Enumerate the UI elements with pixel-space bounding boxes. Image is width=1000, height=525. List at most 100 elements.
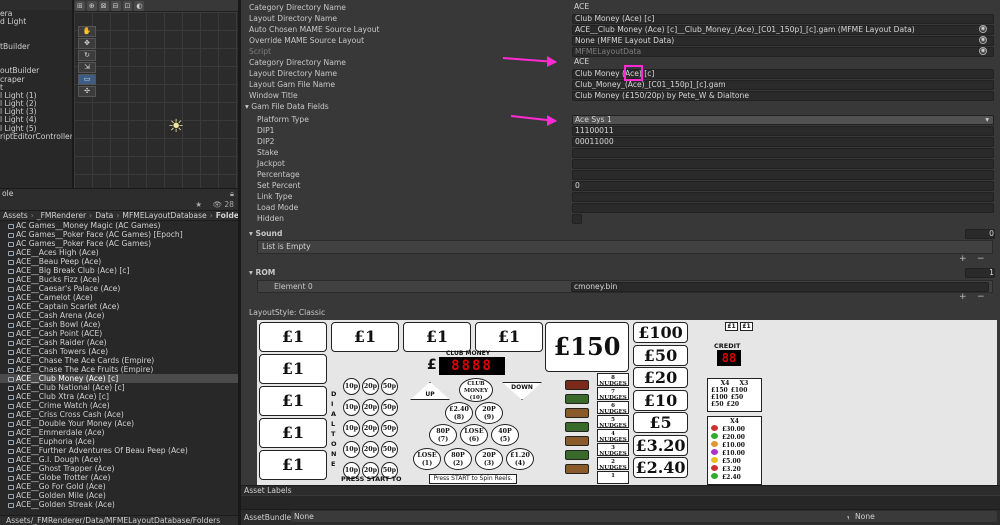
folder-list-item[interactable]: ACE__Chase The Ace Cards (Empire) (0, 356, 238, 365)
field-value[interactable]: 0 (572, 180, 994, 191)
scene-toolbar-button[interactable]: ⊞ (75, 1, 85, 11)
ladder-card: £2.40 (633, 457, 688, 478)
rotate-tool-icon[interactable]: ↻ (78, 50, 96, 61)
folder-list-item[interactable]: ACE__Globe Trotter (Ace) (0, 473, 238, 482)
rom-count[interactable]: 1 (965, 267, 995, 278)
field-label: Load Mode (257, 202, 298, 213)
folder-list-item[interactable]: ACE__Criss Cross Cash (Ace) (0, 410, 238, 419)
rect-tool-icon[interactable]: ▭ (78, 74, 96, 85)
folder-list-item[interactable]: ACE__Cash Towers (Ace) (0, 347, 238, 356)
hierarchy-item[interactable]: riptEditorController (0, 132, 72, 141)
folder-list-item[interactable]: AC Games__Poker Face (AC Games) [Epoch] (0, 230, 238, 239)
hierarchy-item[interactable] (0, 51, 72, 59)
sound-foldout[interactable]: ▾ Sound 0 (241, 228, 995, 239)
hierarchy-item[interactable]: tBuilder (0, 42, 72, 51)
lock-icon[interactable]: 🔒︎ (230, 189, 234, 199)
scene-toolbar-button[interactable]: ⊕ (86, 1, 97, 11)
paytable-row: £150 £100 (711, 387, 758, 394)
hidden-count[interactable]: 👁 28 (212, 199, 234, 211)
scene-toolbar-button[interactable]: ⊟ (110, 1, 121, 11)
asset-bundle-value: None (294, 512, 314, 521)
asset-labels-bar[interactable]: Asset Labels (241, 485, 1000, 495)
folder-list-item[interactable]: ACE__Aces High (Ace) (0, 248, 238, 257)
folder-list-item[interactable]: ACE__Go For Gold (Ace) (0, 482, 238, 491)
hierarchy-item[interactable]: d Light (0, 17, 72, 26)
asset-bundle-dropdown[interactable]: None (291, 511, 851, 522)
scene-view[interactable]: ⊞ ⊕ ⊠ ⊟ ⊡ ◐ ✋ ✥ ↻ ⇲ ▭ ✣ ☀ (74, 0, 238, 188)
stake-button[interactable]: £1 (725, 322, 738, 331)
sound-count[interactable]: 0 (965, 228, 995, 239)
breadcrumb-item[interactable]: Data (95, 211, 113, 220)
breadcrumb-item[interactable]: Assets (3, 211, 28, 220)
asset-variant-dropdown[interactable]: None (849, 511, 997, 522)
trail-circle-number: (3) (483, 460, 495, 467)
hierarchy-item[interactable]: craper (0, 75, 72, 84)
scene-toolbar-button[interactable]: ◐ (134, 1, 145, 11)
folder-list-item[interactable]: ACE__Cash Arena (Ace) (0, 311, 238, 320)
folder-list-item[interactable]: AC Games__Poker Face (AC Games) (0, 239, 238, 248)
hierarchy-item[interactable] (0, 26, 72, 34)
scene-toolbar-button[interactable]: ⊡ (122, 1, 133, 11)
rom-remove-button[interactable]: − (977, 292, 985, 302)
sound-add-button[interactable]: + (959, 254, 967, 264)
paytable-header-cell: X4 (720, 380, 730, 387)
move-tool-icon[interactable]: ✥ (78, 38, 96, 49)
folder-list-item[interactable]: ACE__Beau Peep (Ace) (0, 257, 238, 266)
folder-list-item[interactable]: ACE__Ghost Trapper (Ace) (0, 464, 238, 473)
trail-circle: 20P (9) (475, 402, 503, 424)
scale-tool-icon[interactable]: ⇲ (78, 62, 96, 73)
breadcrumb-item[interactable]: _FMRenderer (37, 211, 86, 220)
trail-circle: LOSE (6) (460, 424, 488, 446)
folder-list-item[interactable]: ACE__G.I. Dough (Ace) (0, 455, 238, 464)
breadcrumb-separator: › (89, 211, 93, 220)
field-value[interactable] (572, 202, 994, 213)
project-tab-label[interactable]: ole (2, 189, 13, 198)
field-value[interactable] (572, 147, 994, 158)
sound-remove-button[interactable]: − (977, 254, 985, 264)
folder-list-item[interactable]: ACE__Euphoria (Ace) (0, 437, 238, 446)
folder-list-item[interactable]: ACE__Chase The Ace Fruits (Empire) (0, 365, 238, 374)
folder-list-item[interactable]: AC Games__Money Magic (AC Games) (0, 221, 238, 230)
transform-tool-icon[interactable]: ✣ (78, 86, 96, 97)
rom-add-button[interactable]: + (959, 292, 967, 302)
folder-list-item[interactable]: ACE__Further Adventures Of Beau Peep (Ac… (0, 446, 238, 455)
field-value[interactable] (572, 191, 994, 202)
folder-list-item[interactable]: ACE__Bucks Fizz (Ace) (0, 275, 238, 284)
hidden-checkbox[interactable] (572, 213, 582, 224)
field-value[interactable] (572, 158, 994, 169)
folder-list-item[interactable]: ACE__Club National (Ace) [c] (0, 383, 238, 392)
paytable-row: £10.00 (711, 441, 758, 449)
scene-toolbar-button[interactable]: ⊠ (98, 1, 109, 11)
rom-foldout[interactable]: ▾ ROM 1 (241, 267, 995, 278)
star-icon[interactable]: ★ (195, 199, 202, 211)
field-value[interactable] (572, 169, 994, 180)
folder-list-item[interactable]: ACE__Emmerdale (Ace) (0, 428, 238, 437)
breadcrumb-item[interactable]: MFMELayoutDatabase (122, 211, 206, 220)
nudge-box: 6 NUDGES (597, 401, 629, 415)
stake-button[interactable]: £1 (740, 322, 753, 331)
folder-list-item[interactable]: ACE__Double Your Money (Ace) (0, 419, 238, 428)
rom-element-row[interactable]: Element 0 cmoney.bin (257, 280, 993, 293)
folder-list-item[interactable]: ACE__Captain Scarlet (Ace) (0, 302, 238, 311)
reel-lamp (565, 436, 589, 446)
breadcrumb-item[interactable]: Folders (216, 211, 238, 220)
folder-list-item[interactable]: ACE__Cash Bowl (Ace) (0, 320, 238, 329)
folder-list-item[interactable]: ACE__Golden Mile (Ace) (0, 491, 238, 500)
light-gizmo-icon[interactable]: ☀ (168, 116, 184, 137)
rom-element-value[interactable]: cmoney.bin (571, 282, 989, 292)
folder-list-item[interactable]: ACE__Golden Streak (Ace) (0, 500, 238, 509)
nudge-box: 4 NUDGES (597, 429, 629, 443)
folder-list-item[interactable]: ACE__Cash Raider (Ace) (0, 338, 238, 347)
scene-grid[interactable]: ✋ ✥ ↻ ⇲ ▭ ✣ ☀ (74, 12, 238, 188)
folder-list-item[interactable]: ACE__Cash Point (ACE) (0, 329, 238, 338)
folder-list-item[interactable]: ACE__Club Xtra (Ace) [c] (0, 392, 238, 401)
field-label-text: Link Type (257, 192, 293, 201)
hand-tool-icon[interactable]: ✋ (78, 26, 96, 37)
folder-list-item[interactable]: ACE__Club Money (Ace) [c] (0, 374, 238, 383)
folder-list-item[interactable]: ACE__Crime Watch (Ace) (0, 401, 238, 410)
folder-list-item[interactable]: ACE__Camelot (Ace) (0, 293, 238, 302)
folder-list-item[interactable]: ACE__Caesar's Palace (Ace) (0, 284, 238, 293)
folder-list-item[interactable]: ACE__Big Break Club (Ace) [c] (0, 266, 238, 275)
field-label-text: Set Percent (257, 181, 301, 190)
folder-label: ACE__Cash Arena (Ace) (16, 311, 105, 320)
